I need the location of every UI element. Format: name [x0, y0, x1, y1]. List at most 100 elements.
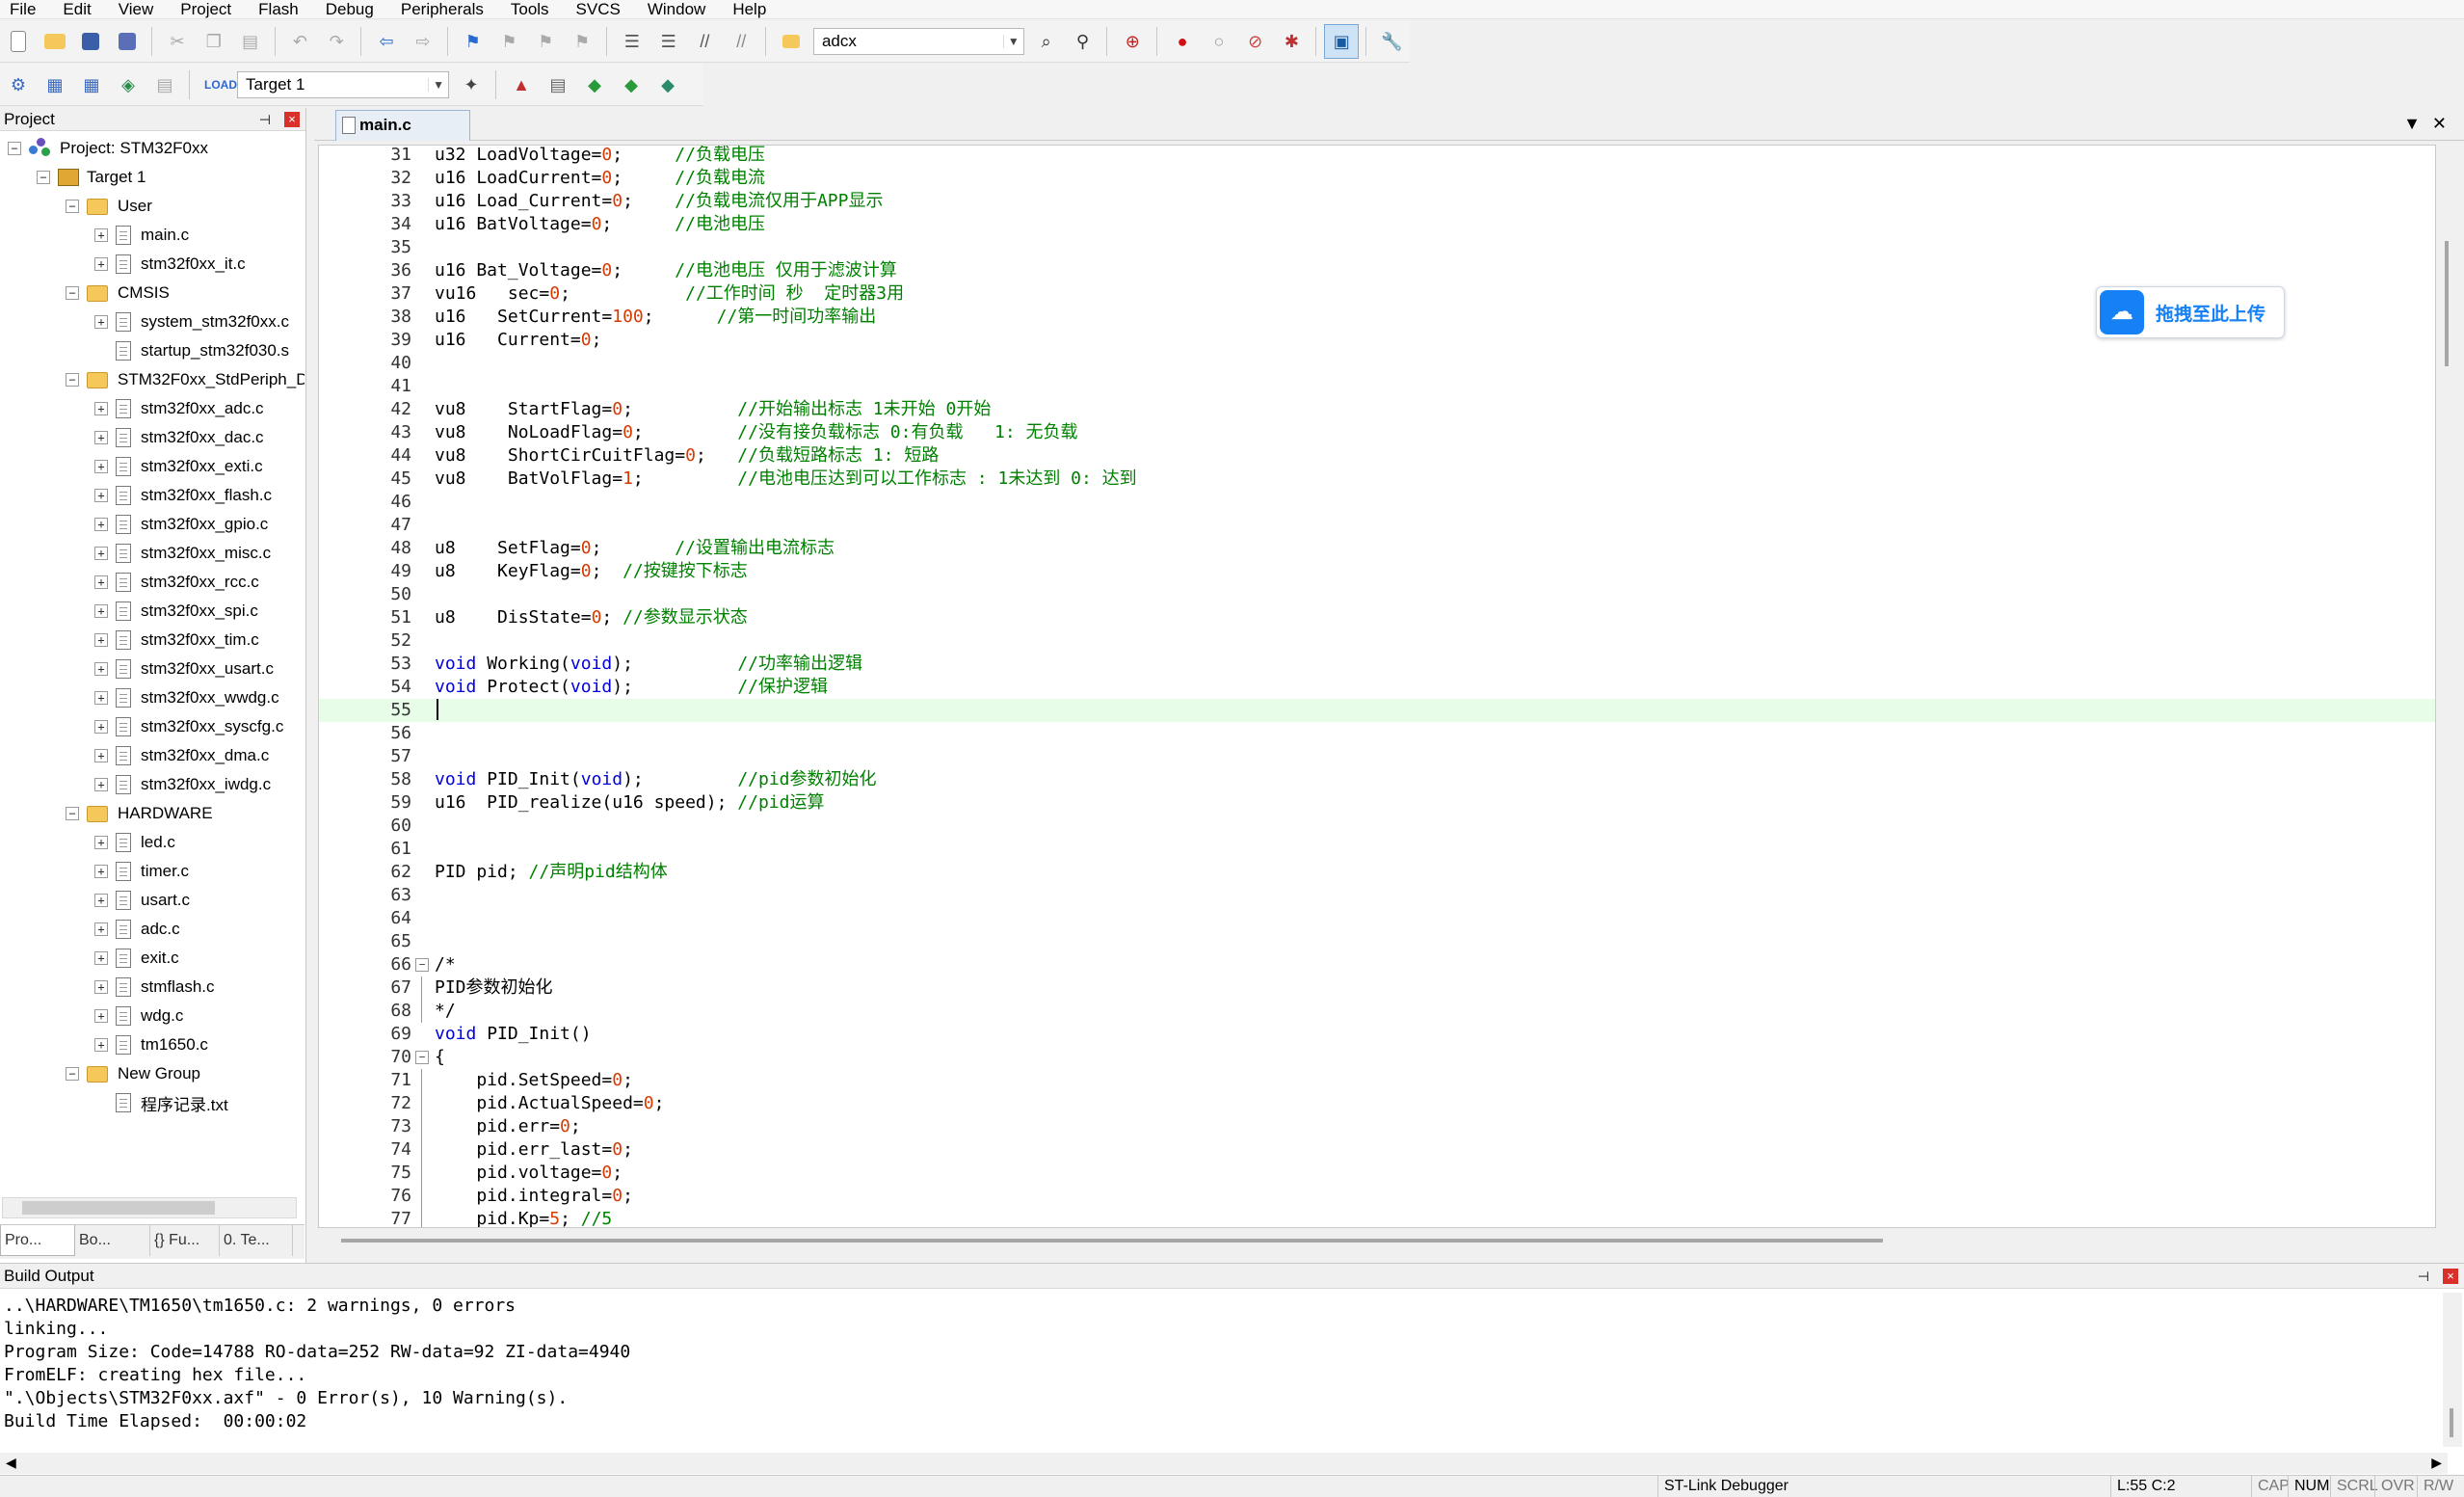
expand-icon[interactable]: +	[94, 1009, 108, 1023]
breakpoint-icon[interactable]: ●	[1165, 24, 1200, 59]
comment-icon[interactable]: //	[688, 24, 723, 59]
copy-icon[interactable]: ❐	[197, 24, 231, 59]
code-line[interactable]: 46	[319, 491, 2435, 514]
tree-file-item[interactable]: + stmflash.c	[94, 974, 215, 1001]
build-vertical-scrollbar[interactable]	[2443, 1293, 2462, 1447]
tree-file-item[interactable]: startup_stm32f030.s	[94, 337, 289, 364]
disable-breakpoint-icon[interactable]: ○	[1202, 24, 1236, 59]
menu-peripherals[interactable]: Peripherals	[387, 0, 497, 19]
code-line[interactable]: 51 u8 DisState=0; //参数显示状态	[319, 606, 2435, 629]
tree-file-item[interactable]: + stm32f0xx_exti.c	[94, 453, 263, 480]
code-line[interactable]: 70−{	[319, 1046, 2435, 1069]
code-line[interactable]: 36 u16 Bat_Voltage=0; //电池电压 仅用于滤波计算	[319, 259, 2435, 282]
code-line[interactable]: 72 pid.ActualSpeed=0;	[319, 1092, 2435, 1115]
code-line[interactable]: 56	[319, 722, 2435, 745]
expand-icon[interactable]: +	[94, 431, 108, 444]
code-line[interactable]: 47	[319, 514, 2435, 537]
scrollbar-thumb[interactable]	[341, 1239, 1883, 1243]
tree-file-item[interactable]: + adc.c	[94, 916, 180, 943]
find-in-files-icon[interactable]	[774, 24, 808, 59]
code-line[interactable]: 50	[319, 583, 2435, 606]
incremental-find-icon[interactable]: ⚲	[1066, 24, 1100, 59]
save-icon[interactable]	[74, 24, 109, 59]
code-line[interactable]: 42 vu8 StartFlag=0; //开始输出标志 1未开始 0开始	[319, 398, 2435, 421]
kill-all-breakpoints-icon[interactable]: ✱	[1275, 24, 1310, 59]
tree-file-item[interactable]: + led.c	[94, 829, 175, 856]
menu-flash[interactable]: Flash	[245, 0, 312, 19]
navigate-back-icon[interactable]: ⇦	[369, 24, 404, 59]
pack-installer-icon[interactable]: ◆	[650, 67, 685, 102]
menu-debug[interactable]: Debug	[312, 0, 387, 19]
fold-toggle-icon[interactable]: −	[415, 958, 429, 972]
unindent-icon[interactable]: ☰	[651, 24, 686, 59]
tree-file-item[interactable]: + stm32f0xx_tim.c	[94, 627, 259, 654]
bookmark-icon[interactable]: ⚑	[456, 24, 490, 59]
undo-icon[interactable]: ↶	[283, 24, 318, 59]
tab-books[interactable]: Bo...	[75, 1225, 150, 1256]
tree-folder-item[interactable]: − STM32F0xx_StdPeriph_D	[66, 366, 305, 393]
expand-icon[interactable]: +	[94, 228, 108, 242]
menu-edit[interactable]: Edit	[49, 0, 104, 19]
tree-file-item[interactable]: + stm32f0xx_dma.c	[94, 742, 269, 769]
menu-help[interactable]: Help	[719, 0, 780, 19]
target-options-icon[interactable]: ✦	[454, 67, 489, 102]
expand-icon[interactable]: +	[94, 691, 108, 705]
code-line[interactable]: 45 vu8 BatVolFlag=1; //电池电压达到可以工作标志 : 1未达…	[319, 468, 2435, 491]
tab-list-dropdown-icon[interactable]: ▼	[2403, 114, 2432, 133]
tree-file-item[interactable]: + stm32f0xx_usart.c	[94, 655, 274, 682]
code-line[interactable]: 57	[319, 745, 2435, 768]
code-line[interactable]: 76 pid.integral=0;	[319, 1185, 2435, 1208]
tree-file-item[interactable]: + stm32f0xx_dac.c	[94, 424, 264, 451]
collapse-icon[interactable]: −	[66, 1067, 79, 1081]
tab-functions[interactable]: {} Fu...	[150, 1225, 220, 1256]
menu-file[interactable]: File	[0, 0, 49, 19]
tree-folder-item[interactable]: − User	[66, 193, 152, 220]
code-line[interactable]: 55	[319, 699, 2435, 722]
stop-build-icon[interactable]: ▤	[147, 67, 182, 102]
expand-icon[interactable]: +	[94, 720, 108, 734]
tree-file-item[interactable]: + timer.c	[94, 858, 189, 885]
pin-icon[interactable]: ⊣	[259, 108, 271, 131]
code-line[interactable]: 60	[319, 815, 2435, 838]
translate-icon[interactable]: ⚙	[1, 67, 36, 102]
code-line[interactable]: 61	[319, 838, 2435, 861]
code-line[interactable]: 43 vu8 NoLoadFlag=0; //没有接负载标志 0:有负载 1: 无…	[319, 421, 2435, 444]
code-line[interactable]: 33 u16 Load_Current=0; //负载电流仅用于APP显示	[319, 190, 2435, 213]
collapse-icon[interactable]: −	[66, 286, 79, 300]
code-line[interactable]: 58 void PID_Init(void); //pid参数初始化	[319, 768, 2435, 791]
cut-icon[interactable]: ✂	[160, 24, 195, 59]
expand-icon[interactable]: +	[94, 865, 108, 878]
select-packs-icon[interactable]: ◆	[577, 67, 612, 102]
configure-icon[interactable]: 🔧	[1374, 24, 1409, 59]
expand-icon[interactable]: +	[94, 980, 108, 994]
pin-icon[interactable]: ⊣	[2418, 1264, 2429, 1289]
tree-file-item[interactable]: + system_stm32f0xx.c	[94, 308, 289, 335]
tree-file-item[interactable]: + stm32f0xx_wwdg.c	[94, 684, 279, 711]
close-icon[interactable]: ×	[2443, 1269, 2458, 1284]
clear-bookmarks-icon[interactable]: ⚑	[565, 24, 599, 59]
code-line[interactable]: 35	[319, 236, 2435, 259]
code-line[interactable]: 59 u16 PID_realize(u16 speed); //pid运算	[319, 791, 2435, 815]
tree-file-item[interactable]: 程序记录.txt	[94, 1089, 228, 1116]
redo-icon[interactable]: ↷	[319, 24, 354, 59]
collapse-icon[interactable]: −	[66, 807, 79, 820]
code-line[interactable]: 74 pid.err_last=0;	[319, 1138, 2435, 1162]
tree-file-item[interactable]: + main.c	[94, 222, 189, 249]
indent-icon[interactable]: ☰	[615, 24, 649, 59]
tree-file-item[interactable]: + stm32f0xx_spi.c	[94, 598, 258, 625]
tree-file-item[interactable]: + wdg.c	[94, 1002, 183, 1029]
menu-view[interactable]: View	[105, 0, 168, 19]
code-line[interactable]: 53 void Working(void); //功率输出逻辑	[319, 653, 2435, 676]
expand-icon[interactable]: +	[94, 778, 108, 791]
code-line[interactable]: 32 u16 LoadCurrent=0; //负载电流	[319, 167, 2435, 190]
tree-file-item[interactable]: + stm32f0xx_adc.c	[94, 395, 264, 422]
tree-file-item[interactable]: + stm32f0xx_misc.c	[94, 540, 271, 567]
code-line[interactable]: 34 u16 BatVoltage=0; //电池电压	[319, 213, 2435, 236]
tree-file-item[interactable]: + stm32f0xx_it.c	[94, 251, 246, 278]
save-all-icon[interactable]	[110, 24, 145, 59]
expand-icon[interactable]: +	[94, 257, 108, 271]
tree-target-item[interactable]: − Target 1	[37, 164, 146, 191]
find-icon[interactable]: ⌕	[1029, 24, 1064, 59]
rebuild-icon[interactable]: ▦	[74, 67, 109, 102]
code-line[interactable]: 69 void PID_Init()	[319, 1023, 2435, 1046]
